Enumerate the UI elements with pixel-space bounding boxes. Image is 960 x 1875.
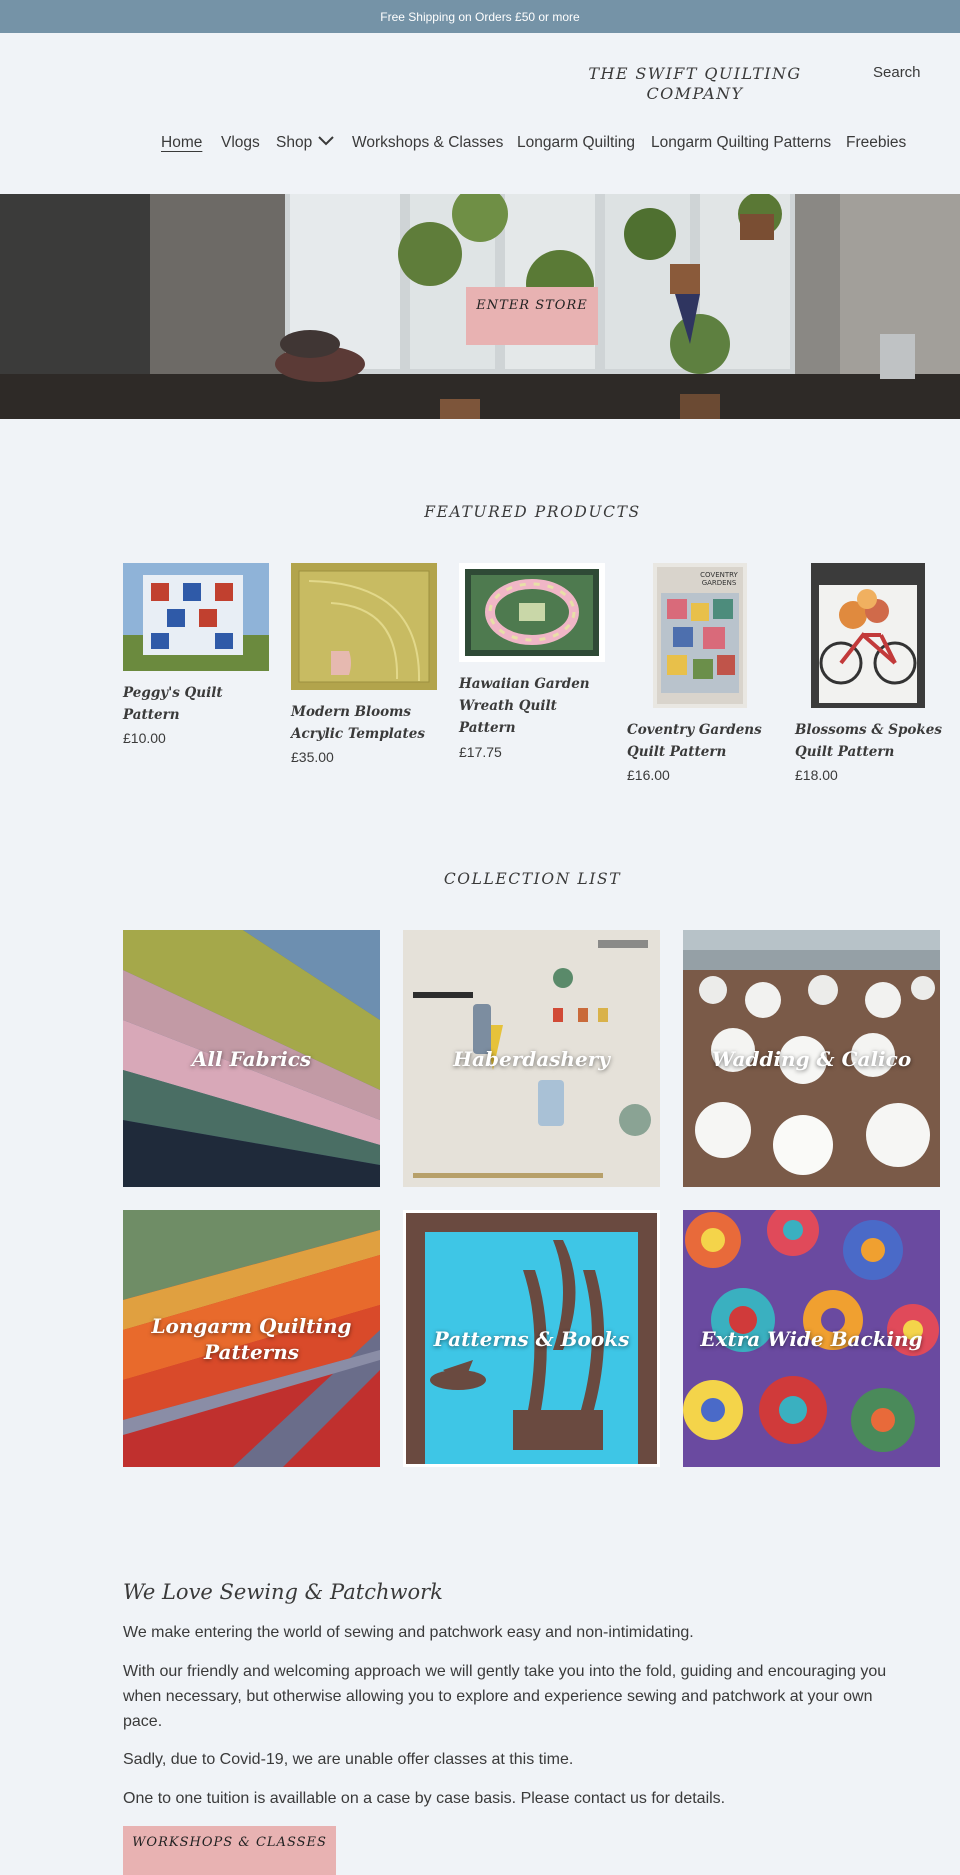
nav-item-home[interactable]: Home (161, 134, 202, 152)
featured-products-title: FEATURED PRODUCTS (424, 503, 641, 521)
about-paragraph: Sadly, due to Covid-19, we are unable of… (123, 1751, 574, 1768)
product-card[interactable]: Hawaiian Garden Wreath Quilt Pattern £17… (459, 563, 607, 773)
collection-title[interactable]: Longarm Quilting Patterns (123, 1210, 380, 1467)
product-image-caption: COVENTRY (700, 571, 738, 579)
product-name[interactable]: Blossoms & Spokes Quilt Pattern (795, 719, 943, 763)
announcement-text: Free Shipping on Orders £50 or more (380, 9, 580, 24)
product-price: £10.00 (123, 730, 166, 746)
about-paragraph: We make entering the world of sewing and… (123, 1624, 694, 1641)
product-price: £17.75 (459, 744, 502, 760)
product-image[interactable] (811, 563, 925, 708)
product-image[interactable]: COVENTRY GARDENS (653, 563, 747, 708)
product-name[interactable]: Coventry Gardens Quilt Pattern (627, 719, 775, 763)
collection-list-title: COLLECTION LIST (443, 870, 622, 888)
product-card[interactable]: COVENTRY GARDENS Coventry Gardens Quilt … (627, 563, 775, 783)
product-card[interactable]: Blossoms & Spokes Quilt Pattern £18.00 (795, 563, 943, 783)
collection-title[interactable]: All Fabrics (123, 930, 380, 1187)
product-image[interactable] (291, 563, 437, 690)
collection-card[interactable]: Extra Wide Backing (683, 1210, 940, 1467)
collection-card[interactable]: Haberdashery (403, 930, 660, 1187)
nav-item-shop[interactable]: Shop (276, 134, 334, 152)
product-image[interactable] (459, 563, 605, 662)
chevron-down-icon (318, 136, 334, 146)
hero-banner: ENTER STORE (0, 194, 960, 419)
nav-item-workshops[interactable]: Workshops & Classes (352, 134, 503, 152)
product-price: £18.00 (795, 767, 838, 783)
product-card[interactable]: Modern Blooms Acrylic Templates £35.00 (291, 563, 439, 773)
collection-card[interactable]: Wadding & Calico (683, 930, 940, 1187)
collection-title[interactable]: Wadding & Calico (683, 930, 940, 1187)
site-logo[interactable]: THE SWIFT QUILTING COMPANY (580, 64, 810, 104)
product-image-caption: GARDENS (702, 579, 737, 587)
search-link[interactable]: Search (873, 64, 921, 81)
nav-item-vlogs[interactable]: Vlogs (221, 134, 260, 152)
product-image[interactable] (123, 563, 269, 671)
announcement-bar: Free Shipping on Orders £50 or more (0, 0, 960, 33)
about-paragraph: With our friendly and welcoming approach… (123, 1663, 887, 1730)
product-price: £35.00 (291, 749, 334, 765)
enter-store-button[interactable]: ENTER STORE (466, 287, 598, 345)
product-name[interactable]: Peggy's Quilt Pattern (123, 682, 271, 726)
collection-card[interactable]: Patterns & Books (403, 1210, 660, 1467)
product-name[interactable]: Modern Blooms Acrylic Templates (291, 701, 439, 745)
collection-card[interactable]: Longarm Quilting Patterns (123, 1210, 380, 1467)
nav-item-freebies[interactable]: Freebies (846, 134, 906, 152)
nav-item-longarm-patterns[interactable]: Longarm Quilting Patterns (651, 134, 831, 152)
nav-item-longarm-quilting[interactable]: Longarm Quilting (517, 134, 635, 152)
about-paragraph: One to one tuition is availlable on a ca… (123, 1790, 726, 1807)
product-price: £16.00 (627, 767, 670, 783)
collection-title[interactable]: Patterns & Books (403, 1210, 660, 1467)
collection-title[interactable]: Haberdashery (403, 930, 660, 1187)
main-nav: Home Vlogs Shop Workshops & Classes Long… (0, 134, 960, 158)
about-heading: We Love Sewing & Patchwork (123, 1580, 443, 1604)
product-name[interactable]: Hawaiian Garden Wreath Quilt Pattern (459, 673, 607, 739)
collection-card[interactable]: All Fabrics (123, 930, 380, 1187)
nav-item-shop-label: Shop (276, 134, 313, 151)
workshops-button[interactable]: WORKSHOPS & CLASSES (123, 1826, 336, 1875)
collection-title[interactable]: Extra Wide Backing (683, 1210, 940, 1467)
product-card[interactable]: Peggy's Quilt Pattern £10.00 (123, 563, 271, 753)
